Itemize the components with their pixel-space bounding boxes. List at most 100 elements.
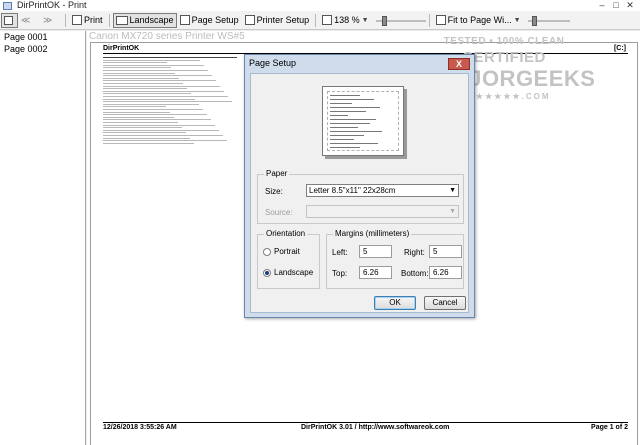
left-margin-label: Left: bbox=[332, 248, 348, 257]
window-title: DirPrintOK - Print bbox=[17, 0, 87, 10]
toolbar-separator bbox=[315, 13, 317, 27]
thumbnail-row bbox=[103, 72, 175, 74]
zoom-slider-thumb[interactable] bbox=[381, 15, 387, 26]
right-margin-input[interactable]: 5 bbox=[429, 245, 462, 258]
thumbnail-row bbox=[103, 98, 195, 100]
source-label: Source: bbox=[265, 208, 293, 217]
bottom-margin-input[interactable]: 6.26 bbox=[429, 266, 462, 279]
paper-size-select[interactable]: Letter 8.5"x11" 22x28cm ▼ bbox=[306, 184, 459, 197]
preview-text-line bbox=[330, 143, 378, 144]
paper-size-value: Letter 8.5"x11" 22x28cm bbox=[309, 186, 396, 195]
forward-button[interactable]: ≫ bbox=[40, 13, 62, 28]
page-setup-icon bbox=[179, 15, 190, 25]
thumbnail-row bbox=[103, 101, 232, 103]
preview-text-line bbox=[330, 127, 358, 128]
printer-setup-button[interactable]: Printer Setup bbox=[242, 13, 313, 28]
size-label: Size: bbox=[265, 187, 283, 196]
fit-slider-thumb[interactable] bbox=[531, 15, 537, 26]
landscape-label: Landscape bbox=[274, 268, 314, 277]
printer-icon bbox=[72, 15, 82, 25]
directory-listing-thumbnail bbox=[103, 55, 237, 147]
thumbnail-row bbox=[103, 142, 194, 144]
thumbnail-row bbox=[103, 140, 227, 142]
preview-text-line bbox=[330, 119, 376, 120]
page-footer-left: 12/26/2018 3:55:26 AM bbox=[103, 424, 177, 431]
page-setup-button[interactable]: Page Setup bbox=[177, 13, 242, 28]
thumbnail-row bbox=[103, 62, 167, 64]
preview-text-line bbox=[330, 107, 380, 108]
orientation-group-label: Orientation bbox=[264, 229, 308, 238]
dialog-body: Paper Size: Letter 8.5"x11" 22x28cm ▼ So… bbox=[250, 73, 469, 313]
maximize-button[interactable]: □ bbox=[609, 0, 623, 10]
toolbar: ≪ ≫ Print Landscape Page Setup Printer S… bbox=[0, 11, 640, 30]
chevron-down-icon: ▼ bbox=[449, 187, 456, 194]
page-footer-right: Page 1 of 2 bbox=[591, 424, 628, 431]
preview-text-line bbox=[330, 123, 370, 124]
thumbnail-row bbox=[103, 103, 199, 105]
preview-text-line bbox=[330, 139, 354, 140]
thumbnail-row bbox=[103, 114, 207, 116]
minimize-button[interactable]: – bbox=[595, 0, 609, 10]
page-list-item[interactable]: Page 0002 bbox=[0, 43, 85, 55]
paper-source-select[interactable]: ▼ bbox=[306, 205, 459, 218]
close-button[interactable]: ✕ bbox=[623, 0, 637, 10]
cancel-button[interactable]: Cancel bbox=[424, 296, 466, 310]
toolbar-separator bbox=[65, 13, 66, 27]
window-controls: – □ ✕ bbox=[595, 0, 637, 10]
page-list-item[interactable]: Page 0001 bbox=[0, 31, 85, 43]
chevron-down-icon: ▼ bbox=[449, 208, 456, 215]
page-header-left: DirPrintOK bbox=[103, 45, 140, 52]
thumbnail-row bbox=[103, 109, 203, 110]
portrait-label: Portrait bbox=[274, 247, 300, 256]
top-margin-input[interactable]: 6.26 bbox=[359, 266, 392, 279]
print-label: Print bbox=[84, 15, 103, 25]
page-list: Page 0001 Page 0002 bbox=[0, 31, 86, 445]
margins-group: Margins (millimeters) bbox=[326, 229, 464, 289]
zoom-slider[interactable] bbox=[375, 15, 426, 26]
back-button[interactable]: ≪ bbox=[18, 13, 40, 28]
thumbnail-row bbox=[103, 122, 178, 123]
fit-slider[interactable] bbox=[527, 15, 570, 26]
page-setup-label: Page Setup bbox=[191, 15, 239, 25]
page-header-right: [C:] bbox=[613, 45, 626, 52]
chevron-down-icon: ▼ bbox=[361, 16, 369, 24]
ok-button[interactable]: OK bbox=[374, 296, 416, 310]
landscape-button[interactable]: Landscape bbox=[112, 12, 177, 28]
thumbnail-row bbox=[103, 77, 179, 79]
preview-text-line bbox=[330, 135, 364, 136]
page-preview-sample bbox=[322, 86, 404, 156]
app-icon bbox=[3, 1, 12, 10]
landscape-radio[interactable] bbox=[263, 269, 271, 277]
thumbnail-row bbox=[103, 124, 215, 126]
double-arrow-left-icon: ≪ bbox=[21, 15, 31, 25]
page-preview-margins bbox=[327, 91, 399, 151]
thumbnail-row bbox=[103, 70, 208, 71]
zoom-value: 138 % bbox=[334, 15, 360, 25]
thumbnail-row bbox=[103, 116, 174, 118]
fit-to-page-label: Fit to Page Wi... bbox=[447, 15, 512, 25]
printer-name: Canon MX720 series Printer WS#5 bbox=[89, 31, 245, 42]
page-footer-center: DirPrintOK 3.01 / http://www.softwareok.… bbox=[301, 424, 450, 431]
printer-setup-icon bbox=[244, 15, 255, 25]
print-button[interactable]: Print bbox=[69, 13, 106, 28]
thumbnail-row bbox=[103, 135, 223, 136]
portrait-radio[interactable] bbox=[263, 248, 271, 256]
fit-to-page-dropdown[interactable]: Fit to Page Wi... ▼ bbox=[433, 13, 524, 28]
orientation-group: Orientation bbox=[257, 229, 320, 289]
preview-text-line bbox=[330, 131, 382, 132]
fit-page-icon bbox=[435, 15, 446, 25]
page-setup-dialog: Page Setup X Paper Size: Letter 8.5"x11"… bbox=[244, 54, 475, 318]
toggle-page-list-button[interactable] bbox=[1, 12, 18, 28]
zoom-dropdown[interactable]: 138 % ▼ bbox=[319, 13, 371, 28]
thumbnail-row bbox=[103, 67, 171, 69]
thumbnail-row bbox=[103, 88, 187, 90]
thumbnail-row bbox=[103, 93, 191, 95]
window-title-bar: DirPrintOK - Print – □ ✕ bbox=[0, 0, 640, 11]
left-margin-input[interactable]: 5 bbox=[359, 245, 392, 258]
preview-text-line bbox=[330, 115, 348, 116]
preview-text-line bbox=[330, 103, 352, 104]
dialog-close-button[interactable]: X bbox=[448, 58, 470, 70]
landscape-icon bbox=[115, 15, 128, 25]
thumbnail-row bbox=[103, 85, 220, 87]
top-margin-label: Top: bbox=[332, 269, 348, 278]
